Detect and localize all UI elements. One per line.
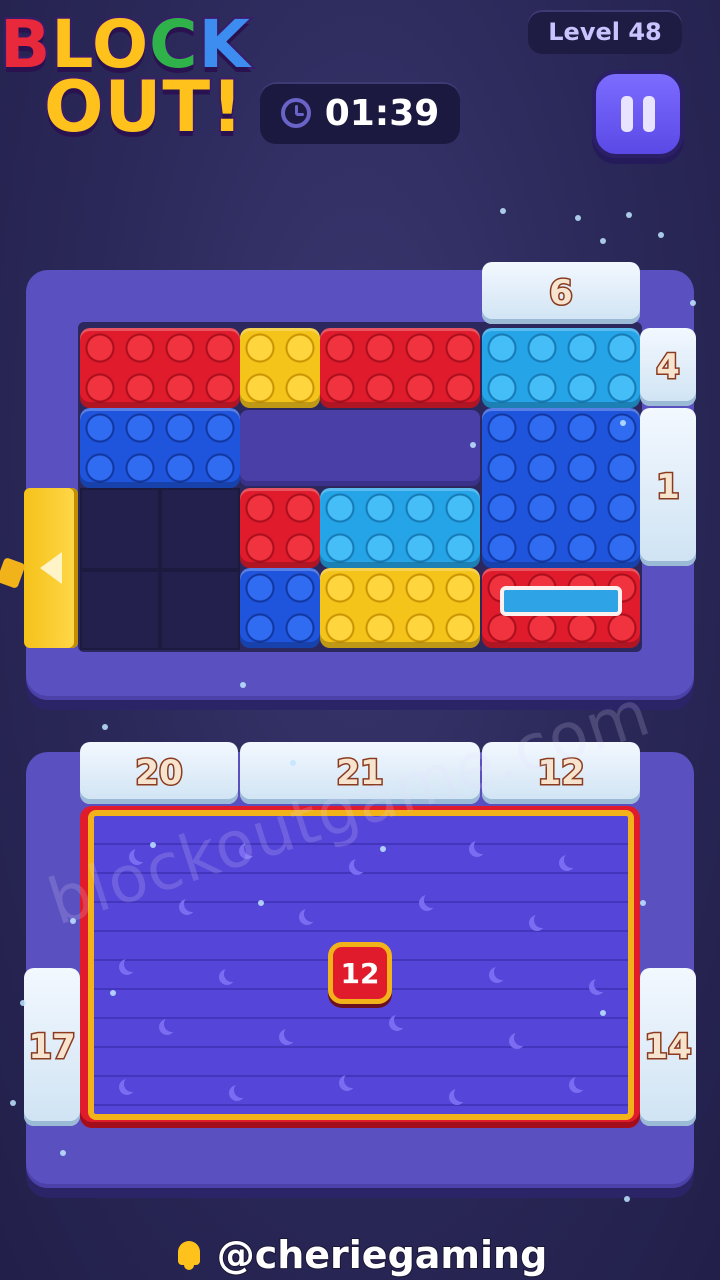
blue-block[interactable] [482, 408, 640, 568]
gate-count: 1 [655, 466, 682, 509]
blue-block[interactable] [80, 408, 240, 488]
gate-right-1: 1 [640, 408, 696, 566]
clock-icon [280, 98, 311, 128]
gate-right-4: 4 [640, 328, 696, 406]
left-arrow-icon [40, 552, 62, 584]
hollow-slot [500, 586, 622, 616]
gate-left-17: 17 [24, 968, 80, 1126]
empty-cell [80, 488, 160, 570]
footer: @cheriegaming [0, 1230, 720, 1280]
gate-top-20: 20 [80, 742, 238, 804]
gate-top-6: 6 [482, 262, 640, 324]
yellow-block[interactable] [240, 328, 320, 408]
pause-button[interactable] [592, 70, 684, 158]
empty-cell [160, 570, 240, 650]
level-indicator: Level 48 [528, 10, 682, 54]
empty-cell [80, 570, 160, 650]
gate-count: 14 [643, 1026, 693, 1069]
red-block[interactable] [240, 488, 320, 568]
cyan-block[interactable] [482, 328, 640, 408]
gate-count: 17 [27, 1026, 77, 1069]
bell-icon [173, 1239, 205, 1271]
gate-count: 4 [655, 346, 682, 389]
gate-count: 20 [134, 752, 184, 795]
timer: 01:39 [260, 82, 460, 144]
cyan-block[interactable] [320, 488, 480, 568]
game-logo: BLOCK OUT! [0, 0, 270, 150]
block-count-badge: 12 [328, 942, 392, 1004]
gate-right-14: 14 [640, 968, 696, 1126]
gold-debris [0, 557, 26, 589]
pause-icon [621, 96, 633, 132]
wall-block [240, 410, 480, 486]
red-block[interactable] [80, 328, 240, 408]
timer-value: 01:39 [324, 92, 440, 134]
exit-gate-left[interactable] [24, 488, 78, 648]
creator-handle: @cheriegaming [216, 1232, 549, 1278]
gate-count: 6 [548, 272, 575, 315]
yellow-block[interactable] [320, 568, 480, 648]
red-block[interactable] [320, 328, 480, 408]
empty-cell [160, 488, 240, 570]
logo-line-out: OUT! [42, 64, 245, 150]
blue-block[interactable] [240, 568, 320, 648]
